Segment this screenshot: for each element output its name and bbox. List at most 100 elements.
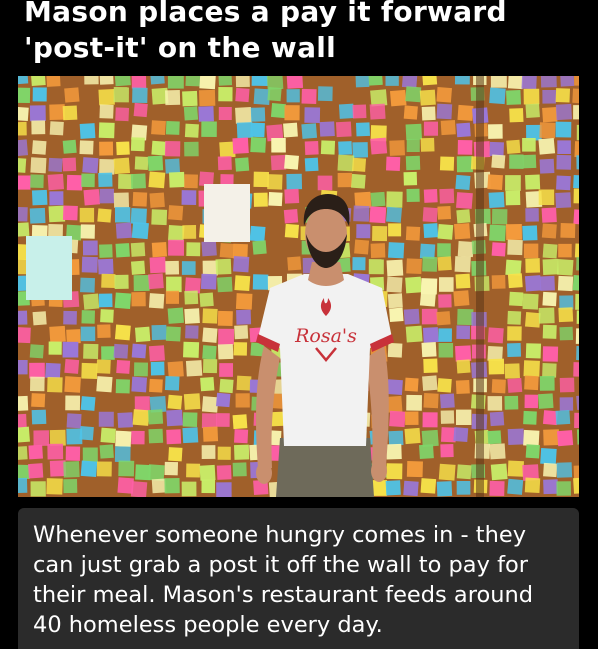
sticky-note [31,393,46,408]
sticky-note [216,413,230,427]
sticky-note [556,154,572,170]
sticky-note [487,327,504,344]
sticky-note [491,208,508,225]
sticky-note [200,376,215,392]
sticky-note [556,462,573,478]
sticky-note [236,309,252,325]
sticky-note [97,258,114,275]
sticky-note [284,188,300,204]
sticky-note [521,76,537,90]
sticky-note [556,481,571,496]
sticky-note [62,105,78,121]
sticky-note [405,86,422,103]
sticky-note [165,290,180,304]
sticky-note [491,274,506,289]
sticky-note [114,292,132,309]
sticky-note [199,76,216,90]
sticky-note [131,343,147,359]
sticky-note [217,343,234,360]
sticky-note [539,275,555,291]
sticky-note [487,174,503,190]
sticky-note [81,256,98,273]
sticky-note [489,480,505,497]
sticky-note [18,413,27,430]
sticky-note [131,221,149,240]
sticky-note [525,258,541,273]
sticky-note [352,142,369,158]
sticky-note [28,444,43,460]
sticky-note [31,140,47,155]
sticky-note [79,123,96,139]
sticky-note [96,359,111,374]
sticky-note [372,225,388,242]
sticky-note [181,190,197,205]
sticky-note [572,88,579,104]
sticky-note [66,174,83,191]
sticky-note [65,395,81,411]
sticky-note [18,395,29,412]
sticky-note [457,308,474,326]
sticky-note [167,224,185,242]
sticky-note [201,479,216,494]
sticky-note [130,481,148,497]
sticky-note [456,359,471,374]
sticky-note [236,375,252,391]
sticky-note [253,192,268,207]
sticky-note [386,191,403,208]
sticky-note [405,411,419,425]
sticky-note [369,103,386,120]
sticky-note [317,86,333,102]
sticky-note [113,192,130,208]
sticky-note [30,376,45,392]
sticky-note [96,461,112,477]
sticky-note [555,103,572,121]
sticky-note [573,105,579,120]
sticky-note [542,106,558,123]
sticky-note [406,188,420,203]
sticky-note [572,275,579,292]
sticky-note [47,376,63,393]
sticky-note [388,242,405,259]
sticky-note [559,326,574,341]
sticky-note [304,107,321,123]
sticky-note [267,86,282,102]
sticky-note [355,76,370,88]
sticky-note [422,76,438,86]
sticky-note [522,154,537,169]
sticky-note [149,192,165,208]
sticky-note [148,171,166,189]
sticky-note [215,258,232,275]
sticky-note [165,89,181,106]
sticky-note [560,223,576,239]
sticky-note [507,326,522,341]
sticky-note [352,104,367,119]
sticky-note [151,140,167,156]
sticky-note [509,108,524,123]
sticky-note [148,345,165,362]
sticky-note [557,140,571,155]
sticky-note [355,122,371,137]
sticky-note [559,377,575,393]
sticky-note [284,154,299,170]
sticky-note [151,209,168,226]
sticky-note [542,258,559,275]
sticky-note [525,444,540,459]
sticky-note [576,155,579,170]
sticky-note [79,140,94,155]
sticky-note [440,443,454,458]
sticky-note [406,394,422,411]
sticky-note [387,379,403,396]
sticky-note [283,122,298,138]
sticky-note [80,326,96,342]
sticky-note [184,174,198,189]
sticky-note [487,396,503,411]
sticky-note [538,137,556,155]
sticky-note [370,89,388,107]
sticky-note [151,478,167,494]
sticky-note [164,141,181,157]
sticky-note [369,206,387,224]
sticky-note [218,328,235,345]
sticky-note [100,309,114,323]
sticky-note [168,205,184,221]
sticky-note [151,242,167,258]
